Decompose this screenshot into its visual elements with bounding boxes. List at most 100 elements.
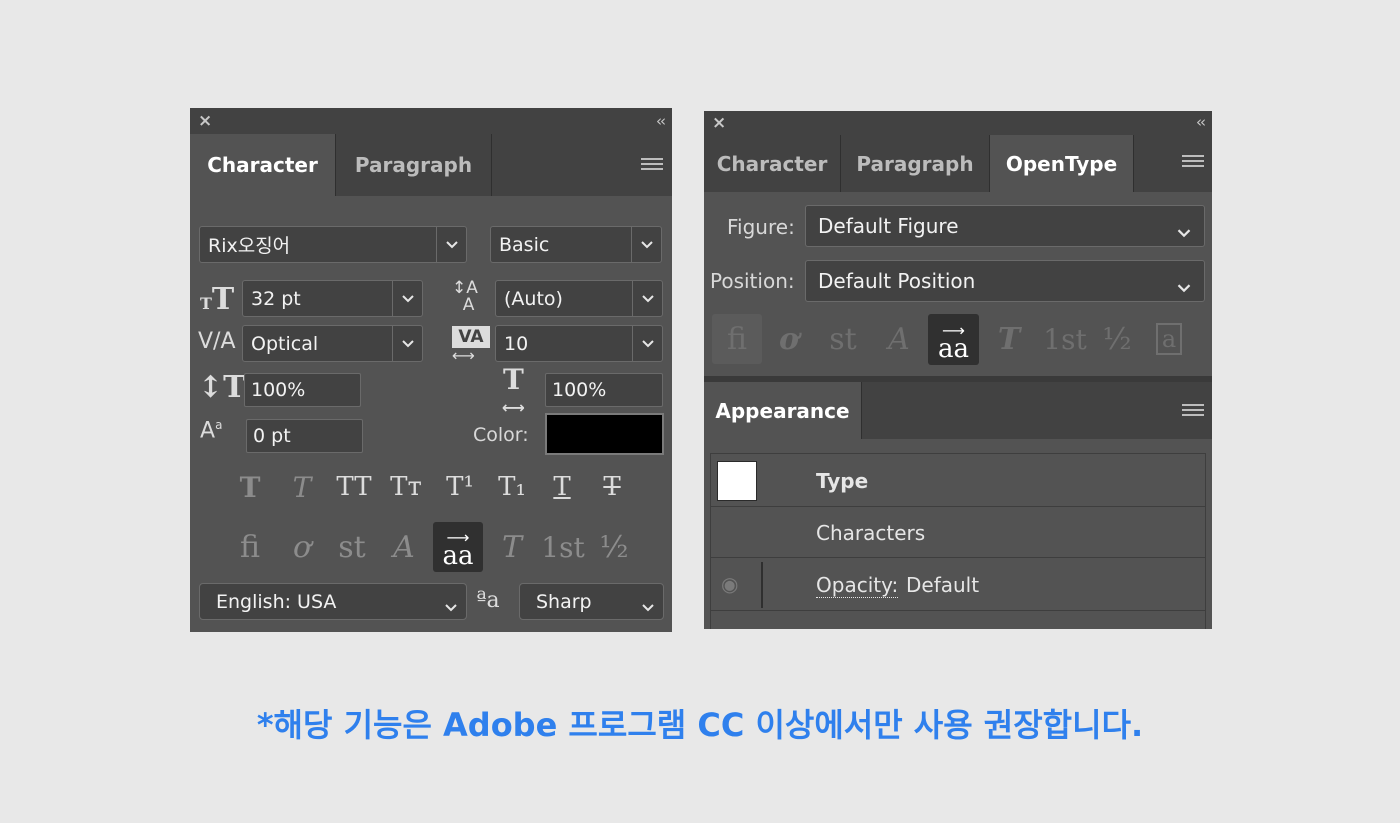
contextual-alternates-button[interactable]: a xyxy=(1146,314,1192,364)
horizontal-scale-input[interactable]: 100% xyxy=(545,373,663,407)
kerning-value: Optical xyxy=(251,332,319,355)
tab-bar: Character Paragraph xyxy=(190,134,672,196)
appearance-opacity-row[interactable]: ◉ Opacity: Default xyxy=(710,557,1206,611)
vertical-scale-value: 100% xyxy=(251,379,306,401)
tab-bar: Character Paragraph OpenType xyxy=(704,135,1212,192)
tab-paragraph[interactable]: Paragraph xyxy=(841,135,990,192)
chevron-down-icon xyxy=(1176,275,1192,299)
type-swatch[interactable] xyxy=(717,461,757,501)
position-label: Position: xyxy=(710,269,795,293)
antialias-select[interactable]: Sharp xyxy=(519,583,664,620)
ordinals-button[interactable]: 1st xyxy=(538,524,588,570)
tab-paragraph[interactable]: Paragraph xyxy=(336,134,492,196)
opacity-value: Default xyxy=(906,573,980,597)
fractions-button[interactable]: ½ xyxy=(1096,314,1138,364)
tab-appearance[interactable]: Appearance xyxy=(704,382,862,439)
chevron-down-icon xyxy=(392,326,422,361)
fractions-button[interactable]: ½ xyxy=(592,524,636,570)
leading-select[interactable]: (Auto) xyxy=(495,280,663,317)
underline-button[interactable]: T xyxy=(542,468,582,506)
baseline-shift-input[interactable]: 0 pt xyxy=(246,419,363,453)
leading-value: (Auto) xyxy=(504,287,563,310)
character-panel: × ‹‹ Character Paragraph Rix오징어 Basic TT… xyxy=(190,108,672,632)
panel-titlebar: × ‹‹ xyxy=(190,108,672,134)
characters-label: Characters xyxy=(816,521,926,545)
tab-opentype[interactable]: OpenType xyxy=(990,135,1134,192)
figure-label: Figure: xyxy=(727,215,795,239)
font-family-value: Rix오징어 xyxy=(208,235,291,257)
chevron-down-icon xyxy=(444,596,458,618)
tracking-icon: VA xyxy=(452,326,490,348)
appearance-type-row[interactable]: Type xyxy=(710,453,1206,507)
old-style-button[interactable]: ơ xyxy=(766,314,812,364)
tracking-select[interactable]: 10 xyxy=(495,325,663,362)
vertical-scale-input[interactable]: 100% xyxy=(244,373,361,407)
tracking-arrow-icon: ⟷ xyxy=(452,346,475,365)
discretionary-ligatures-button[interactable]: st xyxy=(820,314,866,364)
discretionary-ligatures-button[interactable]: st xyxy=(330,524,374,570)
tab-character[interactable]: Character xyxy=(704,135,841,192)
kerning-select[interactable]: Optical xyxy=(242,325,423,362)
swash-button[interactable]: A xyxy=(876,314,922,364)
appearance-empty-row xyxy=(710,610,1206,629)
eye-icon[interactable]: ◉ xyxy=(721,572,738,596)
antialias-value: Sharp xyxy=(536,590,592,613)
chevron-down-icon xyxy=(641,596,655,618)
type-label: Type xyxy=(816,469,869,493)
ligatures-button[interactable]: ﬁ xyxy=(228,524,272,570)
font-style-value: Basic xyxy=(499,233,550,256)
small-caps-button[interactable]: Tт xyxy=(386,468,426,506)
stylistic-alternates-button[interactable]: ⟶ aa xyxy=(928,314,979,365)
subscript-button[interactable]: T₁ xyxy=(492,468,532,506)
color-label: Color: xyxy=(473,424,529,446)
horizontal-scale-value: 100% xyxy=(552,379,607,401)
superscript-button[interactable]: T¹ xyxy=(440,468,480,506)
position-select[interactable]: Default Position xyxy=(805,260,1205,302)
font-style-select[interactable]: Basic xyxy=(490,226,662,263)
tracking-value: 10 xyxy=(504,332,529,355)
chevron-down-icon xyxy=(392,281,422,316)
vertical-scale-icon: ↕T xyxy=(198,370,246,405)
tab-character[interactable]: Character xyxy=(190,134,336,196)
ligatures-button[interactable]: fi xyxy=(712,314,762,364)
panel-menu-icon[interactable] xyxy=(1182,155,1204,171)
horizontal-scale-icon: T ⟷ xyxy=(502,363,525,418)
titling-alternates-button[interactable]: T xyxy=(490,524,534,570)
collapse-icon[interactable]: ‹‹ xyxy=(656,112,666,130)
figure-select[interactable]: Default Figure xyxy=(805,205,1205,247)
collapse-icon[interactable]: ‹‹ xyxy=(1196,113,1206,131)
chevron-down-icon xyxy=(631,227,661,262)
stylistic-alternates-button[interactable]: ⟶ aa xyxy=(433,522,483,572)
font-size-icon: TT xyxy=(200,282,235,317)
chevron-down-icon xyxy=(632,326,662,361)
font-size-select[interactable]: 32 pt xyxy=(242,280,423,317)
font-family-select[interactable]: Rix오징어 xyxy=(199,226,467,263)
all-caps-button[interactable]: TT xyxy=(330,468,378,506)
close-icon[interactable]: × xyxy=(712,113,726,133)
row-separator xyxy=(761,562,763,608)
swash-button[interactable]: A xyxy=(382,524,426,570)
chevron-down-icon xyxy=(632,281,662,316)
old-style-button[interactable]: ơ xyxy=(280,524,324,570)
opentype-panel: × ‹‹ Character Paragraph OpenType Figure… xyxy=(704,111,1212,629)
figure-value: Default Figure xyxy=(818,214,959,238)
panel-menu-icon[interactable] xyxy=(1182,404,1204,420)
opacity-label[interactable]: Opacity: xyxy=(816,573,899,598)
appearance-characters-row[interactable]: Characters xyxy=(710,506,1206,558)
strikethrough-button[interactable]: T xyxy=(592,468,632,506)
titling-alternates-button[interactable]: T xyxy=(986,314,1032,364)
baseline-shift-value: 0 pt xyxy=(253,425,291,447)
panel-menu-icon[interactable] xyxy=(641,158,663,174)
color-swatch[interactable] xyxy=(545,413,664,455)
faux-italic-button[interactable]: T xyxy=(282,468,322,506)
leading-icon: ↕A A xyxy=(452,278,478,315)
kerning-icon: V/A xyxy=(198,329,236,354)
close-icon[interactable]: × xyxy=(198,111,212,131)
language-select[interactable]: English: USA xyxy=(199,583,467,620)
ordinals-button[interactable]: 1st xyxy=(1038,314,1092,364)
baseline-shift-icon: Aa xyxy=(200,418,223,444)
language-value: English: USA xyxy=(216,590,337,613)
chevron-down-icon xyxy=(436,227,466,262)
faux-bold-button[interactable]: T xyxy=(230,468,270,506)
panel-titlebar: × ‹‹ xyxy=(704,111,1212,135)
